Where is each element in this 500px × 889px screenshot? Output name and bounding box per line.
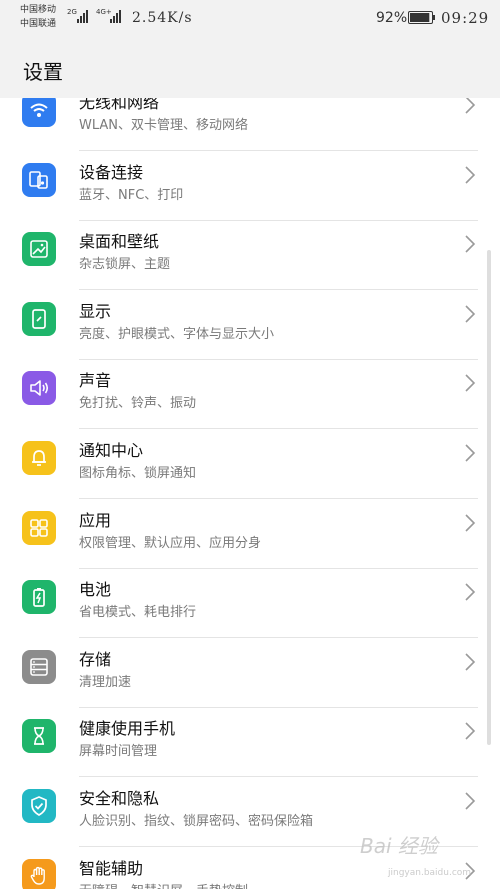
settings-item-subtitle: 亮度、护眼模式、字体与显示大小 — [79, 326, 275, 342]
settings-item-display[interactable]: 显示亮度、护眼模式、字体与显示大小 — [0, 290, 500, 360]
settings-item-title: 显示 — [79, 301, 112, 321]
settings-item-title: 应用 — [79, 510, 112, 530]
settings-item-storage[interactable]: 存储 清理加速 — [0, 638, 500, 708]
watermark-url: jingyan.baidu.com — [388, 868, 472, 878]
chevron-right-icon — [465, 374, 476, 392]
battery-icon — [22, 580, 56, 615]
apps-grid-icon — [22, 510, 56, 545]
settings-item-device[interactable]: 设备连接蓝牙、NFC、打印 — [0, 151, 500, 221]
chevron-right-icon — [465, 514, 476, 532]
chevron-right-icon — [465, 444, 476, 462]
settings-item-subtitle: 杂志锁屏、主题 — [79, 257, 171, 273]
bell-icon — [22, 441, 56, 475]
settings-item-sound[interactable]: 声音免打扰、铃声、振动 — [0, 359, 500, 430]
app-header: 设置 — [0, 38, 500, 98]
settings-item-subtitle: 无障碍、智慧识屏、手势控制 — [79, 880, 248, 889]
settings-item-subtitle: 人脸识别、指纹、锁屏密码、密码保险箱 — [79, 814, 314, 829]
settings-item-health[interactable]: 健康使用手机屏幕时间管理 — [0, 707, 500, 778]
settings-item-subtitle: 省电模式、耗电排行 — [79, 605, 197, 621]
storage-icon — [22, 649, 56, 684]
clock: 09:29 — [441, 9, 490, 27]
display-icon — [22, 301, 56, 336]
chevron-right-icon — [465, 792, 476, 810]
settings-item-wifi[interactable]: 无线和网络 WLAN、双卡管理、移动网络 — [0, 98, 500, 151]
settings-list[interactable]: 无线和网络 WLAN、双卡管理、移动网络设备连接蓝牙、NFC、打印桌面和壁纸杂志锁… — [0, 98, 500, 889]
chevron-right-icon — [465, 305, 476, 323]
chevron-right-icon — [465, 235, 476, 253]
battery-status-icon — [408, 11, 435, 24]
settings-item-title: 智能辅助 — [79, 858, 144, 878]
chevron-right-icon — [465, 98, 476, 114]
status-bar: 中国移动 中国联通 2G 4G+ 2.54K/s 92% 09:29 — [0, 0, 500, 38]
settings-item-title: 安全和隐私 — [79, 789, 160, 808]
settings-item-subtitle: 蓝牙、NFC、打印 — [79, 187, 184, 203]
settings-item-subtitle: 屏幕时间管理 — [79, 744, 158, 760]
settings-item-title: 无线和网络 — [79, 98, 160, 112]
settings-item-subtitle: 权限管理、默认应用、应用分身 — [79, 535, 262, 551]
settings-item-subtitle: 图标角标、锁屏通知 — [79, 466, 197, 481]
chevron-right-icon — [465, 722, 476, 740]
chevron-right-icon — [465, 653, 476, 671]
signal-icon-2 — [110, 9, 121, 23]
settings-item-desktop[interactable]: 桌面和壁纸杂志锁屏、主题 — [0, 220, 500, 291]
settings-item-title: 电池 — [79, 580, 112, 600]
settings-item-subtitle: 免打扰、铃声、振动 — [79, 396, 197, 412]
wallpaper-icon — [22, 232, 56, 267]
shield-icon — [22, 789, 56, 823]
settings-item-apps[interactable]: 应用权限管理、默认应用、应用分身 — [0, 499, 500, 569]
battery-percent: 92% — [376, 10, 408, 26]
settings-item-battery[interactable]: 电池省电模式、耗电排行 — [0, 568, 500, 639]
settings-item-title: 通知中心 — [79, 441, 144, 460]
settings-item-notify[interactable]: 通知中心图标角标、锁屏通知 — [0, 429, 500, 499]
speaker-icon — [22, 371, 56, 406]
hourglass-icon — [22, 719, 56, 754]
carrier-2: 中国联通 — [20, 19, 57, 29]
settings-item-title: 存储 — [79, 649, 112, 669]
watermark-logo: Bai 经验 — [360, 834, 438, 858]
settings-item-subtitle: 清理加速 — [79, 674, 132, 690]
device-connect-icon — [22, 162, 56, 197]
chevron-right-icon — [465, 583, 476, 601]
hand-icon — [22, 858, 56, 889]
page-title: 设置 — [23, 60, 63, 84]
settings-item-title: 健康使用手机 — [79, 719, 176, 739]
network-speed: 2.54K/s — [132, 10, 193, 26]
settings-item-subtitle: WLAN、双卡管理、移动网络 — [79, 118, 249, 133]
wifi-icon — [22, 98, 56, 127]
settings-item-title: 设备连接 — [79, 162, 144, 182]
settings-item-title: 声音 — [79, 371, 112, 391]
carrier-1: 中国移动 — [20, 5, 57, 15]
settings-item-title: 桌面和壁纸 — [79, 232, 160, 252]
scrollbar[interactable] — [487, 250, 491, 745]
carrier-labels: 中国移动 中国联通 — [20, 3, 56, 31]
signal-icon — [77, 9, 88, 23]
chevron-right-icon — [465, 166, 476, 184]
network-type-1: 2G — [67, 8, 77, 16]
